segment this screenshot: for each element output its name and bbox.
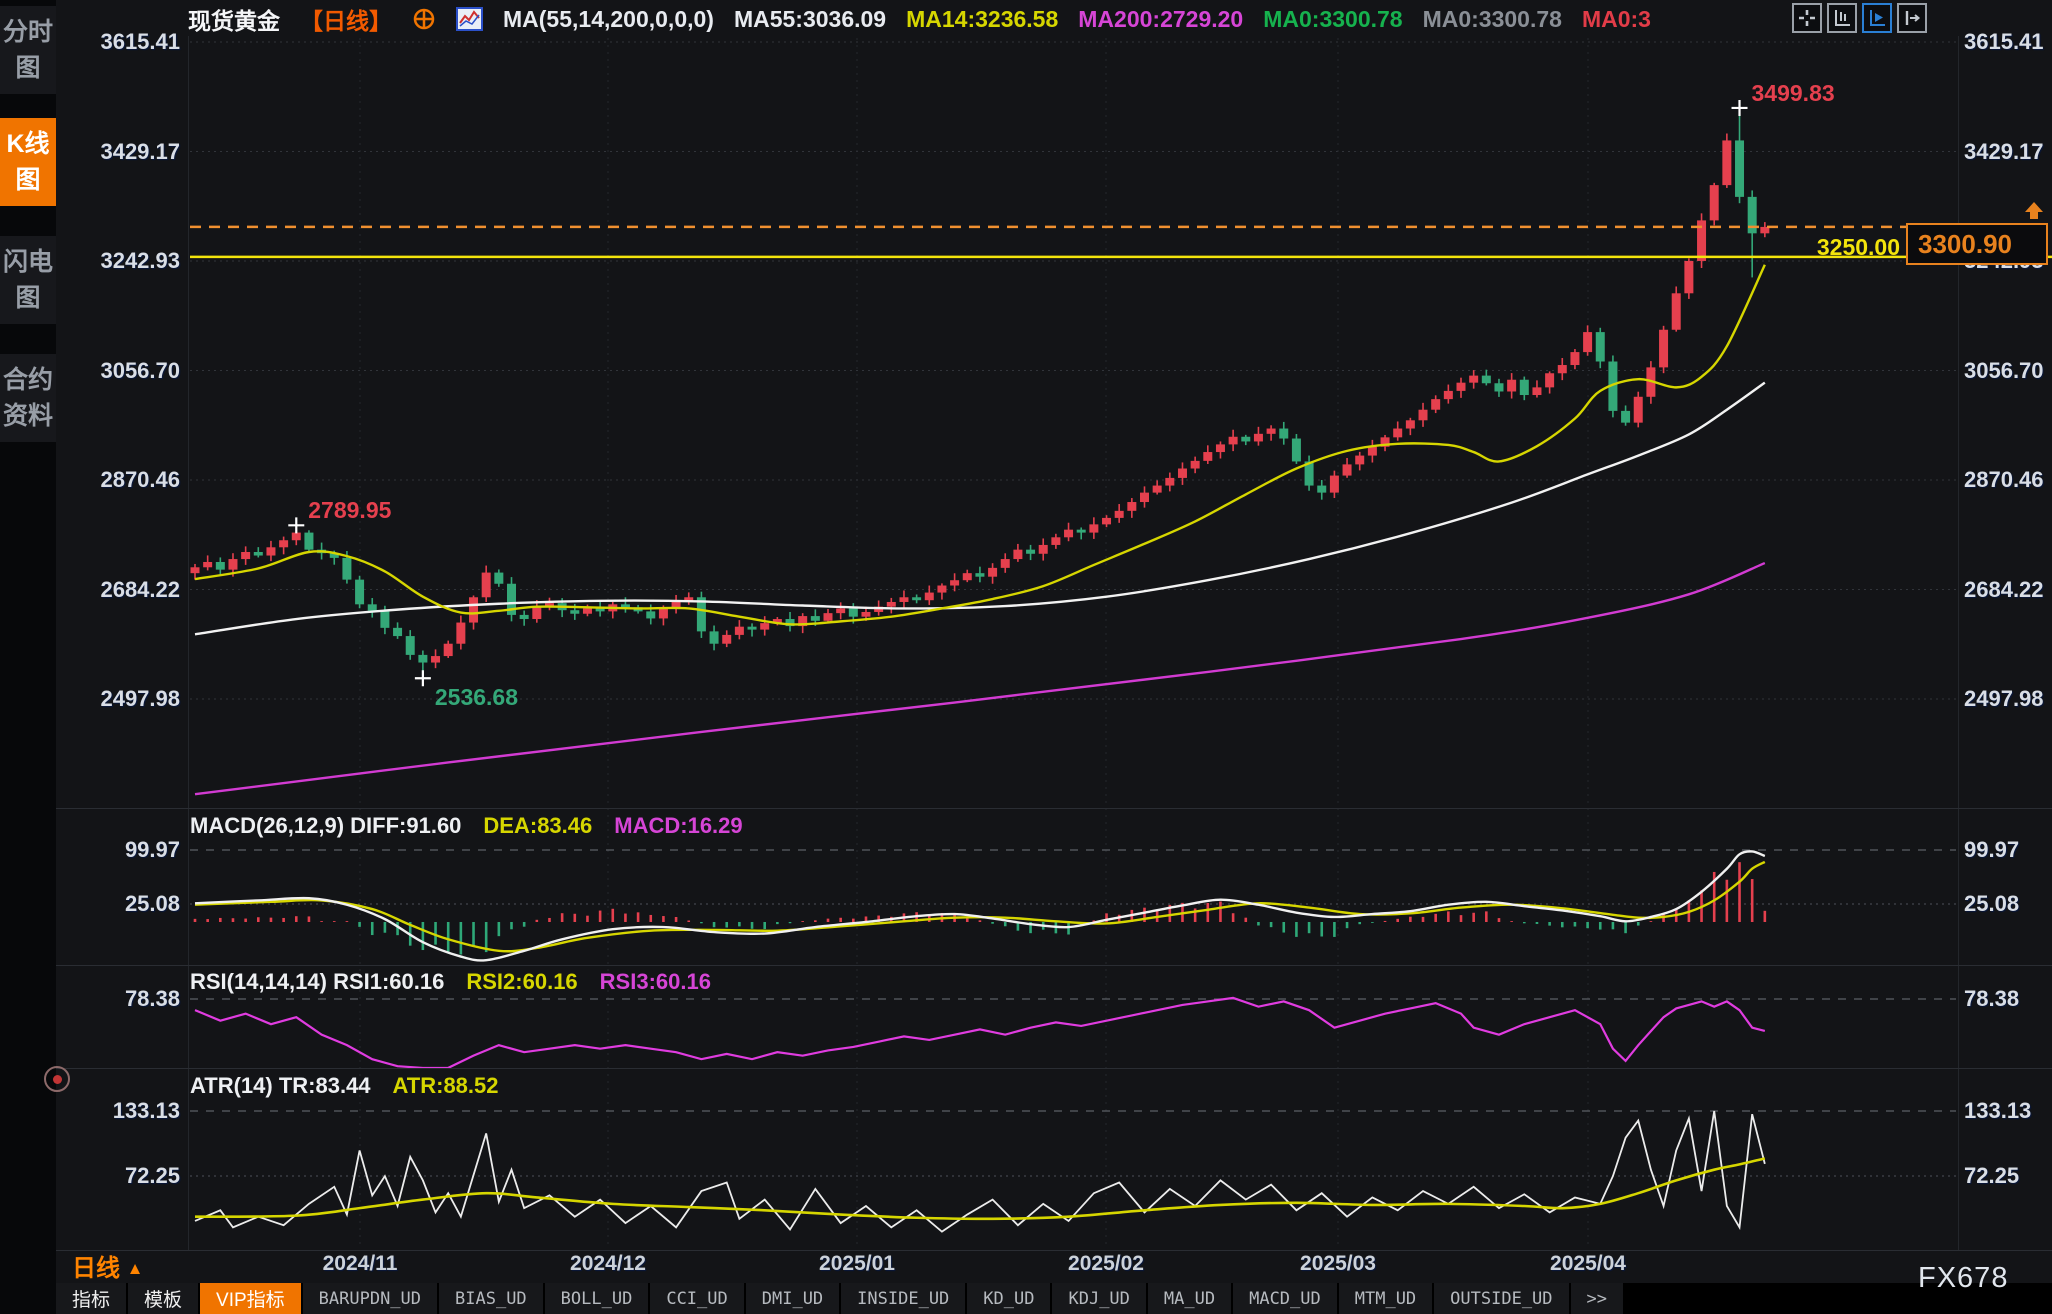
y-axis-label: 2497.98: [100, 686, 180, 712]
candlesticks: [191, 110, 1770, 676]
ma0-value-red: MA0:3: [1582, 6, 1651, 33]
axis-play-icon[interactable]: [1862, 3, 1892, 33]
right-price-axis: 3615.413429.173242.933056.702870.462684.…: [1964, 0, 2052, 1314]
rsi3-value: RSI3:60.16: [600, 969, 711, 995]
macd-axis-label: 99.97: [125, 837, 180, 863]
y-axis-label: 2684.22: [1964, 577, 2044, 603]
current-price-box: 3300.90: [1906, 223, 2048, 265]
atr-axis-label: 133.13: [1964, 1098, 2031, 1124]
trading-app: 分时图 K线图 闪电图 合约资料 现货黄金 【日线】 MA(55,14,200,…: [0, 0, 2052, 1314]
indicator-tab-outside_ud[interactable]: OUTSIDE_UD: [1434, 1283, 1568, 1314]
macd-indicator-row: MACD(26,12,9) DIFF:91.60 DEA:83.46 MACD:…: [190, 813, 743, 839]
indicator-tab-[interactable]: 模板: [128, 1283, 198, 1314]
y-axis-label: 2684.22: [100, 577, 180, 603]
left-price-axis: 3615.41 3429.17 3242.93 3056.70 2870.46 2684.…: [62, 0, 180, 1314]
x-axis-label: 2025/03: [1300, 1252, 1376, 1276]
x-axis-label: 2025/01: [819, 1252, 895, 1276]
indicator-tab-vip[interactable]: VIP指标: [200, 1283, 301, 1314]
x-axis-label: 2025/04: [1550, 1252, 1626, 1276]
sidebar: 分时图 K线图 闪电图 合约资料: [0, 0, 56, 1314]
symbol-title: 现货黄金: [188, 2, 280, 36]
rsi-params: RSI(14,14,14) RSI1:60.16: [190, 969, 444, 995]
rsi-axis-label: 78.38: [1964, 986, 2019, 1012]
indicator-tab-boll_ud[interactable]: BOLL_UD: [545, 1283, 649, 1314]
indicator-tab-macd_ud[interactable]: MACD_UD: [1233, 1283, 1337, 1314]
price-annotation: 3499.83: [1752, 80, 1835, 107]
y-axis-label: 2870.46: [100, 467, 180, 493]
y-axis-label: 3056.70: [1964, 358, 2044, 384]
chart-header: 现货黄金 【日线】 MA(55,14,200,0,0,0) MA55:3036.…: [188, 3, 1651, 35]
price-chart-canvas[interactable]: [0, 0, 2052, 1314]
atr-indicator-row: ATR(14) TR:83.44 ATR:88.52: [190, 1073, 499, 1099]
ma0-value-gray: MA0:3300.78: [1423, 6, 1562, 33]
price-up-arrow-icon: [2024, 202, 2044, 225]
macd-axis-label: 99.97: [1964, 837, 2019, 863]
panel-separator: [56, 1250, 2052, 1251]
drawing-tool-icon[interactable]: [44, 1066, 70, 1092]
ma-settings: MA(55,14,200,0,0,0): [503, 6, 714, 33]
rsi2-value: RSI2:60.16: [466, 969, 577, 995]
crosshair-move-icon[interactable]: [1792, 3, 1822, 33]
macd-axis-label: 25.08: [125, 891, 180, 917]
y-axis-label: 3429.17: [100, 139, 180, 165]
macd-axis-label: 25.08: [1964, 891, 2019, 917]
ma55-value: MA55:3036.09: [734, 6, 886, 33]
price-annotation: 2789.95: [308, 497, 391, 524]
x-axis-label: 2024/12: [570, 1252, 646, 1276]
y-axis-label: 3242.93: [100, 248, 180, 274]
macd-value: MACD:16.29: [614, 813, 742, 839]
indicator-tab-ma_ud[interactable]: MA_UD: [1148, 1283, 1231, 1314]
sidebar-item-kline-chart[interactable]: K线图: [0, 118, 56, 206]
x-axis-label: 2025/02: [1068, 1252, 1144, 1276]
indicator-tab-inside_ud[interactable]: INSIDE_UD: [841, 1283, 965, 1314]
indicator-tab-kd_ud[interactable]: KD_UD: [967, 1283, 1050, 1314]
y-axis-label: 3429.17: [1964, 139, 2044, 165]
watermark: FX678: [1918, 1262, 2008, 1295]
indicator-tab-bar: 指标模板VIP指标BARUPDN_UDBIAS_UDBOLL_UDCCI_UDD…: [56, 1283, 2052, 1314]
indicator-tab-barupdn_ud[interactable]: BARUPDN_UD: [303, 1283, 437, 1314]
indicator-tab->>[interactable]: >>: [1571, 1283, 1623, 1314]
alert-line-label[interactable]: 3250.00: [1660, 234, 1900, 261]
indicator-tab-mtm_ud[interactable]: MTM_UD: [1339, 1283, 1432, 1314]
indicator-tab-dmi_ud[interactable]: DMI_UD: [746, 1283, 839, 1314]
atr-value: ATR:88.52: [393, 1073, 499, 1099]
chart-toolbar: [1792, 3, 1927, 33]
pane-toggle-icon[interactable]: [1897, 3, 1927, 33]
period-arrow-icon: ▲: [127, 1259, 144, 1278]
target-add-icon[interactable]: [412, 7, 436, 31]
atr-params: ATR(14) TR:83.44: [190, 1073, 371, 1099]
ma14-value: MA14:3236.58: [906, 6, 1058, 33]
macd-params: MACD(26,12,9) DIFF:91.60: [190, 813, 461, 839]
atr-axis-label: 133.13: [113, 1098, 180, 1124]
axis-scale-icon[interactable]: [1827, 3, 1857, 33]
period-selector[interactable]: 日线 ▲: [72, 1248, 144, 1283]
atr-axis-label: 72.25: [1964, 1163, 2019, 1189]
panel-separator: [56, 1068, 2052, 1069]
panel-separator: [56, 808, 2052, 809]
ma200-value: MA200:2729.20: [1078, 6, 1243, 33]
indicator-tab-[interactable]: 指标: [56, 1283, 126, 1314]
indicator-tab-cci_ud[interactable]: CCI_UD: [650, 1283, 743, 1314]
period-tag: 【日线】: [300, 2, 392, 36]
atr-axis-label: 72.25: [125, 1163, 180, 1189]
x-axis-label: 2024/11: [323, 1252, 398, 1276]
y-axis-label: 2497.98: [1964, 686, 2044, 712]
y-axis-label: 3615.41: [1964, 29, 2044, 55]
y-axis-label: 2870.46: [1964, 467, 2044, 493]
rsi-axis-label: 78.38: [125, 986, 180, 1012]
ma0-value-green: MA0:3300.78: [1263, 6, 1402, 33]
mini-chart-icon[interactable]: [456, 7, 483, 31]
macd-dea: DEA:83.46: [483, 813, 592, 839]
sidebar-item-lightning-chart[interactable]: 闪电图: [0, 236, 56, 324]
price-annotation: 2536.68: [435, 684, 518, 711]
sidebar-item-contract-info[interactable]: 合约资料: [0, 354, 56, 442]
panel-separator: [56, 965, 2052, 966]
y-axis-label: 3615.41: [100, 29, 180, 55]
rsi-indicator-row: RSI(14,14,14) RSI1:60.16 RSI2:60.16 RSI3…: [190, 969, 711, 995]
indicator-tab-kdj_ud[interactable]: KDJ_UD: [1052, 1283, 1145, 1314]
sidebar-item-timeline-chart[interactable]: 分时图: [0, 6, 56, 94]
y-axis-label: 3056.70: [100, 358, 180, 384]
indicator-tab-bias_ud[interactable]: BIAS_UD: [439, 1283, 543, 1314]
